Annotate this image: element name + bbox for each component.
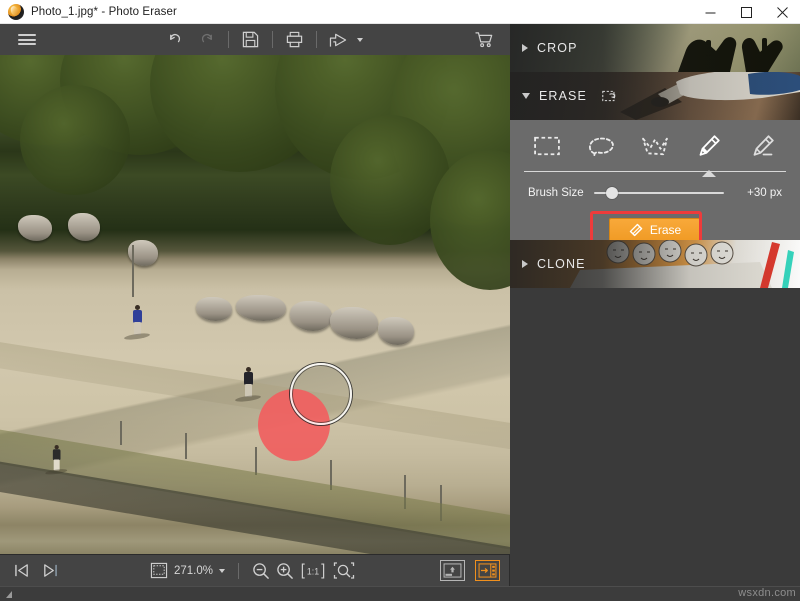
chevron-right-icon bbox=[522, 260, 528, 268]
erase-tool-body: Brush Size +30 px Erase bbox=[510, 120, 800, 240]
image-canvas[interactable] bbox=[0, 55, 510, 555]
section-header-clone[interactable]: CLONE bbox=[510, 240, 800, 288]
erase-button[interactable]: Erase bbox=[609, 218, 701, 243]
toolbar-divider bbox=[316, 31, 317, 48]
toolbar-divider bbox=[272, 31, 273, 48]
next-image-icon[interactable] bbox=[41, 555, 58, 586]
reset-selection-icon[interactable] bbox=[602, 89, 617, 103]
panel-view-toggles bbox=[440, 555, 500, 586]
panel-empty-area bbox=[510, 288, 800, 566]
tool-brush-erase[interactable] bbox=[741, 126, 785, 166]
selected-tool-indicator bbox=[702, 171, 716, 177]
title-bar: Photo_1.jpg* - Photo Eraser bbox=[0, 0, 800, 24]
app-logo-icon bbox=[8, 4, 24, 20]
tool-rectangle-select[interactable] bbox=[525, 126, 569, 166]
first-image-icon[interactable] bbox=[14, 555, 31, 586]
section-header-crop[interactable]: CROP bbox=[510, 24, 800, 72]
redo-icon[interactable] bbox=[191, 24, 222, 55]
svg-text:1:1: 1:1 bbox=[307, 566, 319, 576]
brush-size-label: Brush Size bbox=[528, 187, 584, 199]
erase-tool-row bbox=[510, 120, 800, 168]
bottom-toolbar: 271.0% bbox=[0, 555, 510, 586]
eraser-icon bbox=[629, 223, 644, 238]
section-label-crop: CROP bbox=[537, 41, 578, 55]
print-icon[interactable] bbox=[279, 24, 310, 55]
actual-size-icon[interactable]: 1:1 bbox=[300, 555, 326, 586]
brush-size-slider[interactable] bbox=[594, 185, 724, 201]
zoom-level-value[interactable]: 271.0% bbox=[174, 565, 213, 577]
fit-to-window-icon[interactable] bbox=[150, 555, 168, 586]
slider-thumb[interactable] bbox=[606, 187, 618, 199]
tool-brush-add[interactable] bbox=[687, 126, 731, 166]
bottom-divider bbox=[238, 563, 239, 579]
chevron-down-icon bbox=[522, 93, 530, 99]
tools-side-panel: CROP ERASE bbox=[510, 24, 800, 601]
maximize-icon[interactable] bbox=[728, 0, 764, 24]
photo-eraser-window: Photo_1.jpg* - Photo Eraser bbox=[0, 0, 800, 601]
bottom-vertical-divider bbox=[509, 555, 510, 586]
chevron-right-icon bbox=[522, 44, 528, 52]
erase-button-label: Erase bbox=[650, 223, 681, 237]
close-icon[interactable] bbox=[764, 0, 800, 24]
show-single-panel-icon[interactable] bbox=[440, 560, 465, 581]
brush-size-value: +30 px bbox=[734, 187, 782, 199]
zoom-chevron-down-icon[interactable] bbox=[219, 569, 225, 573]
section-header-erase[interactable]: ERASE bbox=[510, 72, 800, 120]
fit-screen-icon[interactable] bbox=[332, 555, 356, 586]
toolbar-divider bbox=[228, 31, 229, 48]
save-icon[interactable] bbox=[235, 24, 266, 55]
section-label-erase: ERASE bbox=[539, 89, 587, 103]
section-label-clone: CLONE bbox=[537, 257, 586, 271]
window-title: Photo_1.jpg* - Photo Eraser bbox=[31, 6, 177, 18]
tool-polygon-select[interactable] bbox=[633, 126, 677, 166]
minimize-icon[interactable] bbox=[692, 0, 728, 24]
shopping-cart-icon[interactable] bbox=[469, 24, 500, 55]
undo-icon[interactable] bbox=[160, 24, 191, 55]
photo-image bbox=[0, 55, 510, 555]
show-side-panel-icon[interactable] bbox=[475, 560, 500, 581]
zoom-controls: 271.0% bbox=[150, 555, 356, 586]
status-bar: wsxdn.com bbox=[0, 586, 800, 601]
watermark-text: wsxdn.com bbox=[738, 587, 796, 599]
share-icon[interactable] bbox=[323, 24, 354, 55]
zoom-in-icon[interactable] bbox=[276, 555, 294, 586]
hamburger-menu-icon[interactable] bbox=[10, 24, 44, 55]
toolbar-actions bbox=[160, 24, 366, 55]
resize-grip-icon bbox=[6, 591, 12, 598]
image-navigation bbox=[14, 555, 58, 586]
zoom-out-icon[interactable] bbox=[252, 555, 270, 586]
window-controls bbox=[692, 0, 800, 24]
brush-circle-cursor bbox=[290, 363, 352, 425]
share-chevron-down-icon[interactable] bbox=[354, 24, 366, 55]
tool-row-underline bbox=[524, 171, 786, 172]
brush-size-row: Brush Size +30 px bbox=[510, 179, 800, 207]
tool-lasso-select[interactable] bbox=[579, 126, 623, 166]
